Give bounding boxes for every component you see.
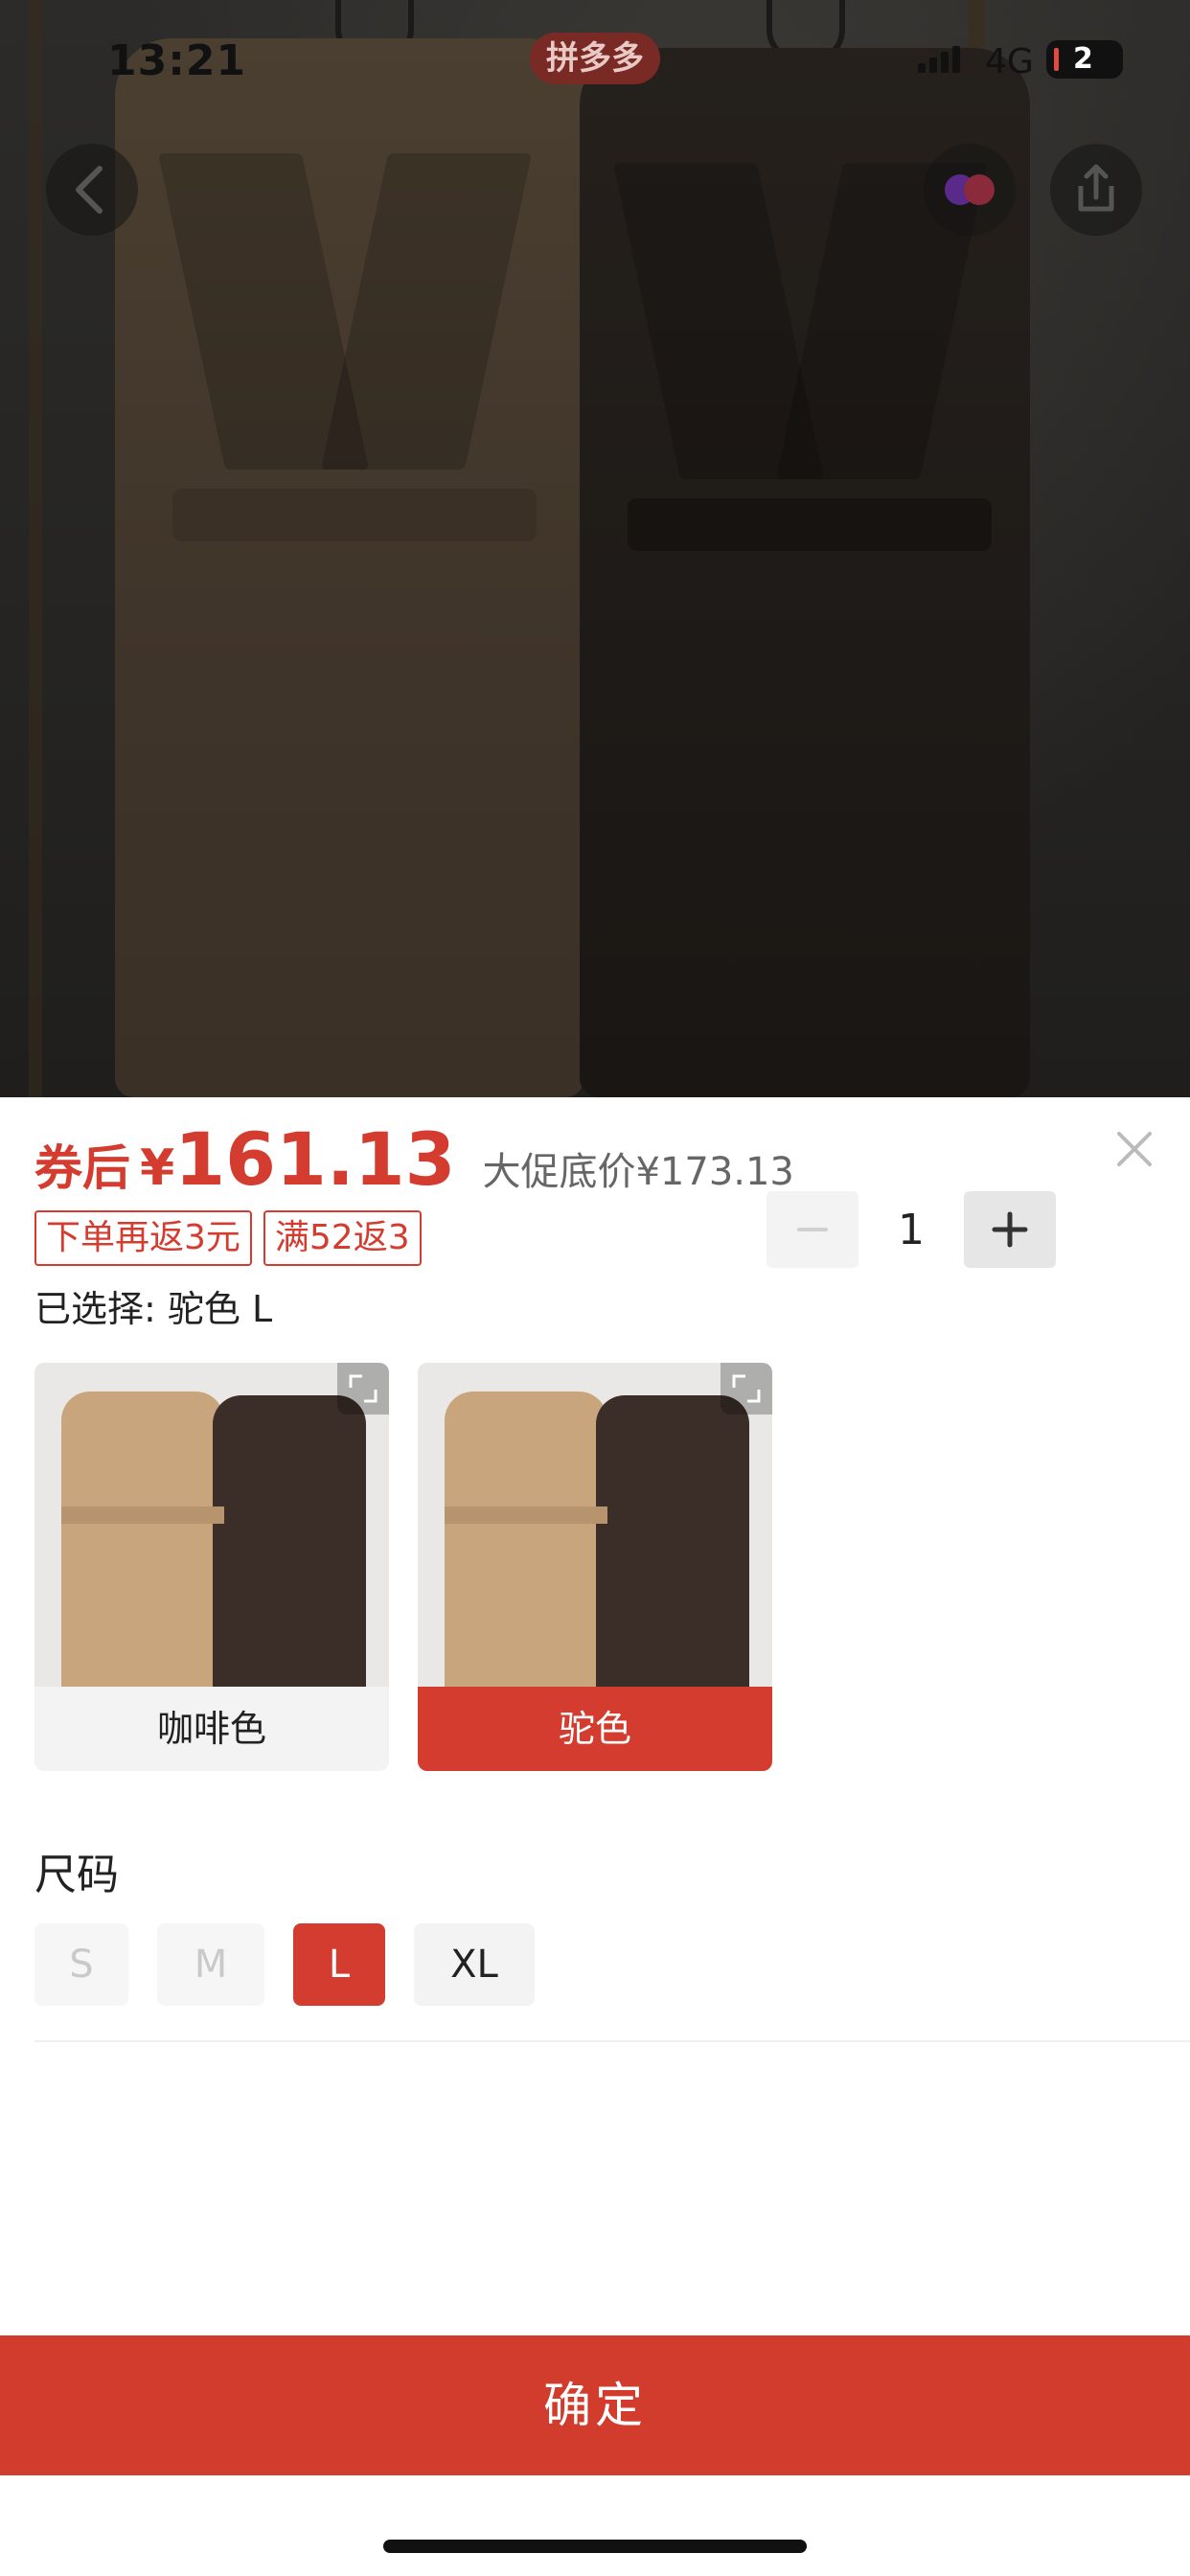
promo-tag: 下单再返3元 [34, 1210, 252, 1266]
color-thumbnail [34, 1363, 389, 1687]
color-option-coffee[interactable]: 咖啡色 [34, 1363, 389, 1771]
color-option-label: 驼色 [418, 1687, 772, 1771]
network-type: 4G [985, 42, 1034, 81]
quantity-stepper: 1 [767, 1191, 1056, 1268]
price-prefix: 券后 [34, 1140, 130, 1196]
coat-rack-left [29, 0, 42, 1097]
battery-icon: 2 [1046, 40, 1123, 79]
color-options: 咖啡色 驼色 [34, 1363, 772, 1771]
favorite-icon [945, 174, 995, 205]
close-button[interactable] [1111, 1126, 1157, 1172]
currency-symbol: ¥ [140, 1139, 175, 1197]
color-option-label: 咖啡色 [156, 1708, 266, 1750]
signal-icon [918, 44, 968, 73]
back-button[interactable] [46, 144, 138, 236]
size-options: S M L XL [34, 1923, 535, 2006]
close-icon [1117, 1132, 1152, 1166]
status-bar: 13:21 拼多多 4G 2 [0, 0, 1190, 125]
section-divider [34, 2040, 1190, 2042]
size-option-m[interactable]: M [157, 1923, 264, 2006]
minus-icon [797, 1228, 828, 1231]
expand-icon [349, 1374, 378, 1403]
status-time: 13:21 [107, 36, 247, 85]
coupon-price: 161.13 [174, 1116, 456, 1202]
increase-quantity-button[interactable] [964, 1191, 1056, 1268]
size-option-s[interactable]: S [34, 1923, 128, 2006]
favorite-button[interactable] [924, 144, 1016, 236]
color-option-camel[interactable]: 驼色 [418, 1363, 772, 1771]
expand-image-button[interactable] [721, 1363, 772, 1414]
size-section-title: 尺码 [34, 1851, 119, 1899]
decrease-quantity-button[interactable] [767, 1191, 858, 1268]
confirm-button[interactable]: 确定 [0, 2335, 1190, 2475]
original-price: 大促底价¥173.13 [482, 1150, 794, 1194]
price-row: 券后 ¥ 161.13 大促底价¥173.13 [34, 1116, 794, 1203]
color-thumbnail [418, 1363, 772, 1687]
product-photo-backdrop[interactable]: 13:21 拼多多 4G 2 [0, 0, 1190, 1097]
share-button[interactable] [1050, 144, 1142, 236]
back-icon [76, 166, 103, 214]
expand-icon [732, 1374, 761, 1403]
camel-coat-image [115, 38, 584, 1097]
app-badge: 拼多多 [530, 33, 660, 84]
promo-tags: 下单再返3元 满52返3 [34, 1210, 422, 1266]
selected-summary: 已选择: 驼色 L [34, 1288, 273, 1330]
home-indicator [383, 2540, 807, 2553]
sku-selection-sheet: 券后 ¥ 161.13 大促底价¥173.13 下单再返3元 满52返3 1 已… [0, 1097, 1190, 2576]
expand-image-button[interactable] [337, 1363, 389, 1414]
quantity-value[interactable]: 1 [858, 1206, 964, 1254]
share-icon [1078, 164, 1114, 212]
size-option-xl[interactable]: XL [414, 1923, 535, 2006]
plus-icon [992, 1211, 1028, 1248]
promo-tag: 满52返3 [263, 1210, 422, 1266]
size-option-l[interactable]: L [293, 1923, 385, 2006]
